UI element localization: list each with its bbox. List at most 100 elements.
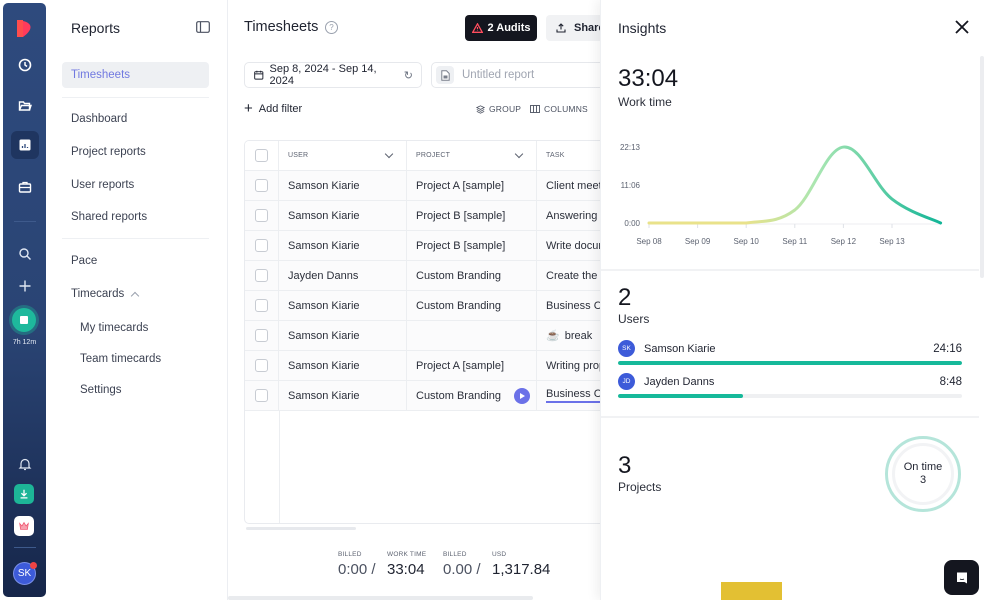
refresh-icon[interactable]: ↻ <box>404 69 413 82</box>
user-name: Samson Kiarie <box>288 209 360 222</box>
briefcase-icon[interactable] <box>3 173 46 201</box>
project-cell[interactable]: Project B [sample] <box>407 201 537 230</box>
project-name: Custom Branding <box>416 299 501 312</box>
project-bar <box>721 582 782 600</box>
chat-button[interactable] <box>944 560 979 595</box>
billed-time-label: BILLED <box>338 551 362 558</box>
reports-icon[interactable] <box>11 131 39 159</box>
row-checkbox[interactable] <box>255 299 268 312</box>
sidebar-divider <box>62 97 209 98</box>
download-icon[interactable] <box>14 484 34 504</box>
user-cell[interactable]: Samson Kiarie <box>279 321 407 350</box>
close-icon[interactable] <box>954 19 970 35</box>
row-checkbox[interactable] <box>255 239 268 252</box>
chevron-down-icon[interactable] <box>384 149 394 158</box>
user-name: Samson Kiarie <box>644 342 716 355</box>
table-row[interactable]: Samson KiarieProject B [sample]Write doc… <box>245 231 623 261</box>
table-row[interactable]: Samson Kiarie Project A [sample] Writing p… <box>245 351 623 381</box>
table-row[interactable]: Samson Kiarie Custom Branding Business Car… <box>245 291 623 321</box>
project-cell[interactable]: Custom Branding <box>407 291 537 320</box>
row-checkbox[interactable] <box>255 329 268 342</box>
column-header-project[interactable]: PROJECT <box>407 141 537 170</box>
billed-amount-value: 0.00 / <box>443 561 481 578</box>
project-cell[interactable]: Project B [sample] <box>407 231 537 260</box>
user-cell[interactable]: Samson Kiarie <box>279 351 407 380</box>
crown-icon[interactable] <box>14 516 34 536</box>
sidebar-item-pace[interactable]: Pace <box>62 248 209 274</box>
project-name: Custom Branding <box>416 269 501 282</box>
chat-icon <box>956 572 967 583</box>
column-header-user[interactable]: USER <box>279 141 407 170</box>
row-select-cell <box>245 321 279 350</box>
sidebar-item-timecards[interactable]: Timecards <box>62 281 209 307</box>
table-row[interactable]: Samson Kiarie ☕ break <box>245 321 623 351</box>
insights-scrollbar[interactable] <box>980 56 984 278</box>
table-horizontal-scrollbar[interactable] <box>246 527 356 530</box>
add-filter-button[interactable]: + Add filter <box>244 101 302 116</box>
project-cell[interactable]: Custom Branding <box>407 381 537 410</box>
chevron-up-icon <box>131 291 140 301</box>
user-cell[interactable]: Samson Kiarie <box>279 291 407 320</box>
row-checkbox[interactable] <box>255 179 268 192</box>
work-time-total: WORK TIME 33:04 <box>387 551 443 578</box>
row-checkbox[interactable] <box>255 269 268 282</box>
user-cell[interactable]: Samson Kiarie <box>279 201 407 230</box>
project-cell[interactable]: Project A [sample] <box>407 171 537 200</box>
plus-icon[interactable] <box>3 272 46 300</box>
bell-icon[interactable] <box>3 450 46 478</box>
work-time-value: 33:04 <box>387 561 425 578</box>
user-cell[interactable]: Samson Kiarie <box>279 231 407 260</box>
projects-count: 3 <box>618 452 632 479</box>
sidebar-item-user-reports[interactable]: User reports <box>62 172 209 198</box>
play-icon[interactable] <box>514 388 530 404</box>
select-all-checkbox[interactable] <box>255 149 268 162</box>
audits-button[interactable]: 2 Audits <box>465 15 537 41</box>
report-name-input[interactable]: Untitled report <box>431 62 621 88</box>
project-cell[interactable]: Project A [sample] <box>407 351 537 380</box>
stop-timer-button[interactable] <box>12 308 36 332</box>
chevron-down-icon[interactable] <box>514 149 524 158</box>
sidebar-item-label: My timecards <box>80 322 149 334</box>
clock-icon[interactable] <box>3 51 46 79</box>
project-cell[interactable] <box>407 321 537 350</box>
table-header: USER PROJECT TASK <box>245 141 623 171</box>
sidebar-item-project-reports[interactable]: Project reports <box>62 139 209 165</box>
table-row[interactable]: Samson Kiarie Custom Branding Business Car… <box>245 381 623 411</box>
user-cell[interactable]: Samson Kiarie <box>279 171 407 200</box>
project-cell[interactable]: Custom Branding <box>407 261 537 290</box>
row-checkbox[interactable] <box>255 359 268 372</box>
user-cell[interactable]: Jayden Danns <box>279 261 407 290</box>
timesheets-main: Timesheets ? 2 Audits Share Sep 8, 2024 … <box>228 0 624 600</box>
columns-button[interactable]: COLUMNS <box>530 104 588 114</box>
x-tick-label: Sep 10 <box>734 237 760 246</box>
table-row[interactable]: Samson Kiarie Project B [sample] Answering… <box>245 201 623 231</box>
sidebar-item-settings[interactable]: Settings <box>71 377 209 403</box>
document-icon <box>436 66 454 84</box>
sidebar-item-timesheets[interactable]: Timesheets <box>62 62 209 88</box>
user-list-item[interactable]: SK Samson Kiarie 24:16 <box>618 340 962 357</box>
row-checkbox[interactable] <box>255 209 268 222</box>
sidebar-item-shared-reports[interactable]: Shared reports <box>62 204 209 230</box>
sidebar-item-dashboard[interactable]: Dashboard <box>62 106 209 132</box>
table-row[interactable]: Jayden DannsCustom BrandingCreate the fi… <box>245 261 623 291</box>
date-range-picker[interactable]: Sep 8, 2024 - Sep 14, 2024 ↻ <box>244 62 422 88</box>
table-row[interactable]: Samson Kiarie Project A [sample] Client me… <box>245 171 623 201</box>
page-horizontal-scrollbar[interactable] <box>228 596 533 600</box>
logo-icon[interactable] <box>14 17 36 39</box>
user-cell[interactable]: Samson Kiarie <box>279 381 407 410</box>
group-button[interactable]: GROUP <box>476 104 521 114</box>
help-icon[interactable]: ? <box>325 21 338 34</box>
user-avatar[interactable]: SK <box>13 562 37 585</box>
collapse-sidebar-icon[interactable] <box>196 21 210 33</box>
sidebar-item-team-timecards[interactable]: Team timecards <box>71 346 209 372</box>
row-checkbox[interactable] <box>255 389 268 402</box>
work-time-chart: 0:00 11:06 22:13 Sep 08 Sep 09 Sep 10 Sep 11 Se… <box>620 143 943 246</box>
user-list-item[interactable]: JD Jayden Danns 8:48 <box>618 373 962 390</box>
report-name-placeholder: Untitled report <box>462 69 535 81</box>
sidebar-item-my-timecards[interactable]: My timecards <box>71 315 209 341</box>
work-time-label: WORK TIME <box>387 551 427 558</box>
folder-icon[interactable] <box>3 92 46 120</box>
user-name: Samson Kiarie <box>288 239 360 252</box>
search-icon[interactable] <box>3 240 46 268</box>
insights-panel: Insights 33:04 Work time 0:00 11:06 22:13 S… <box>600 0 984 600</box>
